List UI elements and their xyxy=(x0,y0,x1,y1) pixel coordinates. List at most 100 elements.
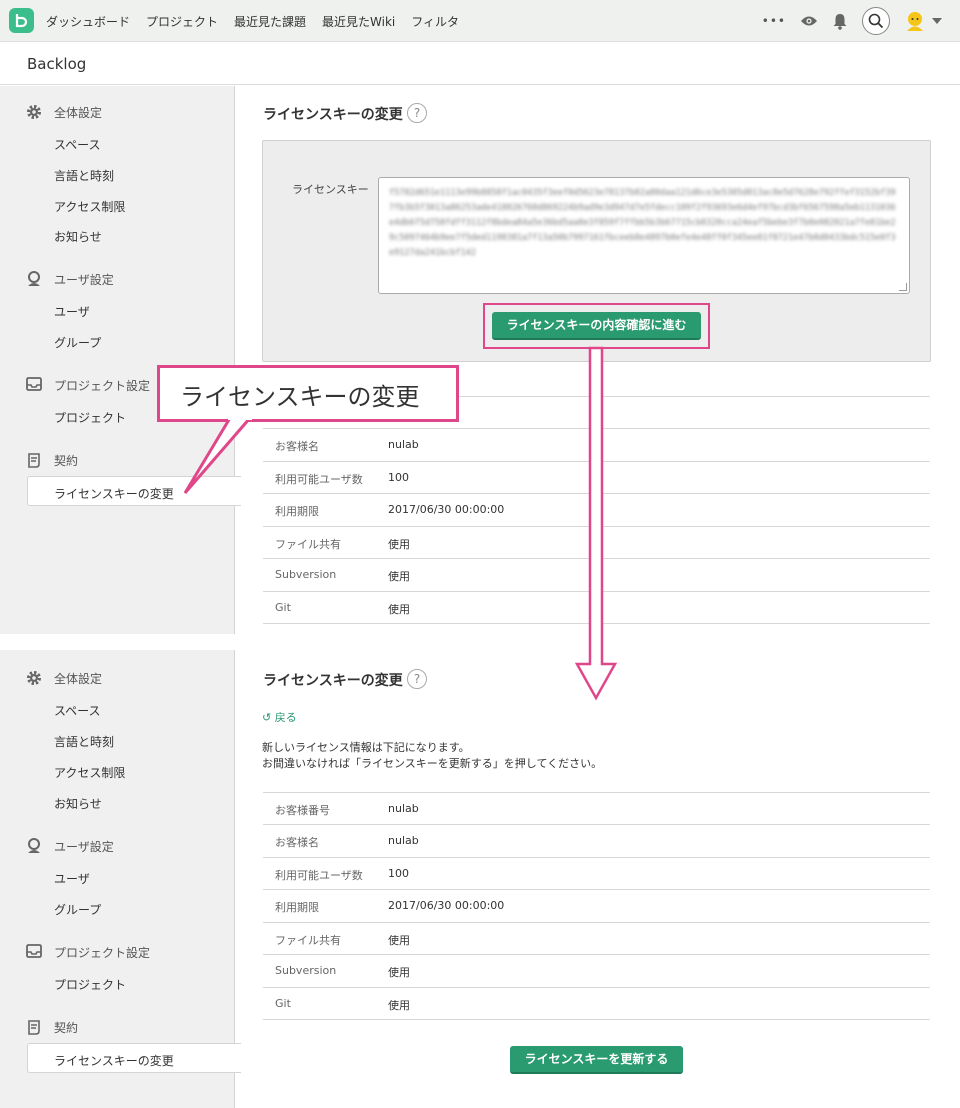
global-nav: ダッシュボード プロジェクト 最近見た課題 最近見たWiki フィルタ xyxy=(46,0,475,42)
back-link[interactable]: ↺ 戻る xyxy=(262,709,297,725)
license-key-value: f5782d651e1113e99b8858f1ac0435f3eef0d562… xyxy=(389,188,896,258)
gear-icon xyxy=(26,670,42,689)
row-value: nulab xyxy=(388,802,419,815)
callout-pointer-icon xyxy=(183,415,252,494)
flow-arrow-icon xyxy=(574,346,618,701)
row-label: Git xyxy=(275,997,291,1010)
project-name[interactable]: Backlog xyxy=(27,55,86,73)
row-value: nulab xyxy=(388,438,419,451)
screen-divider xyxy=(0,634,960,650)
help-icon[interactable]: ? xyxy=(407,669,427,689)
more-icon[interactable]: ••• xyxy=(762,14,786,28)
row-label: Git xyxy=(275,601,291,614)
contract-scroll-icon xyxy=(26,452,42,471)
sidebar-item-notices[interactable]: お知らせ xyxy=(54,795,102,812)
row-value: nulab xyxy=(388,834,419,847)
info-message-line1: 新しいライセンス情報は下記になります。 xyxy=(262,741,470,754)
user-settings-icon xyxy=(26,838,42,857)
inbox-tray-icon xyxy=(26,377,42,394)
sidebar-item-notices[interactable]: お知らせ xyxy=(54,228,102,245)
license-key-textarea[interactable]: f5782d651e1113e99b8858f1ac0435f3eef0d562… xyxy=(378,177,910,294)
sidebar-title-project: プロジェクト設定 xyxy=(54,379,151,393)
sidebar-item-language-time[interactable]: 言語と時刻 xyxy=(54,167,114,184)
sidebar-title-contract: 契約 xyxy=(54,454,79,468)
row-value: 2017/06/30 00:00:00 xyxy=(388,899,505,912)
row-value: 使用 xyxy=(388,999,410,1012)
annotation-callout: ライセンスキーの変更 xyxy=(157,365,459,422)
row-label: 利用期限 xyxy=(275,901,319,914)
back-label: 戻る xyxy=(274,711,297,724)
search-button[interactable] xyxy=(862,7,890,35)
watch-eye-icon[interactable] xyxy=(800,15,818,27)
table-row: お客様名 nulab xyxy=(263,824,930,856)
annotation-callout-text: ライセンスキーの変更 xyxy=(180,383,420,411)
row-value: 使用 xyxy=(388,538,410,551)
settings-sidebar-bottom: 全体設定 スペース 言語と時刻 アクセス制限 お知らせ ユーザ設定 ユーザ グル… xyxy=(0,650,241,1108)
project-header: Backlog xyxy=(0,43,960,85)
user-avatar[interactable] xyxy=(904,10,926,32)
info-message-line2: お間違いなければ「ライセンスキーを更新する」を押してください。 xyxy=(262,757,603,770)
sidebar-title-user: ユーザ設定 xyxy=(54,273,114,287)
backlog-logo-icon[interactable] xyxy=(9,8,34,33)
row-label: 利用可能ユーザ数 xyxy=(275,473,363,486)
nav-projects[interactable]: プロジェクト xyxy=(146,13,218,30)
sidebar-title-general: 全体設定 xyxy=(54,672,103,686)
row-label: お客様名 xyxy=(275,836,319,849)
gear-icon xyxy=(26,104,42,123)
chevron-down-icon[interactable] xyxy=(932,18,942,24)
nav-filter[interactable]: フィルタ xyxy=(411,13,459,30)
header-actions: ••• xyxy=(748,0,942,42)
row-value: 100 xyxy=(388,471,409,484)
sidebar-item-users[interactable]: ユーザ xyxy=(54,303,90,320)
sidebar-item-language-time[interactable]: 言語と時刻 xyxy=(54,733,114,750)
row-value: 100 xyxy=(388,867,409,880)
row-value: 2017/06/30 00:00:00 xyxy=(388,503,505,516)
row-label: Subversion xyxy=(275,964,337,977)
license-key-label: ライセンスキー xyxy=(292,183,369,196)
nav-recent-issues[interactable]: 最近見た課題 xyxy=(234,13,306,30)
settings-sidebar-top: 全体設定 スペース 言語と時刻 アクセス制限 お知らせ ユーザ設定 ユーザ グル… xyxy=(0,86,241,634)
sidebar-item-groups[interactable]: グループ xyxy=(54,901,101,918)
table-row: ファイル共有 使用 xyxy=(263,922,930,954)
help-icon[interactable]: ? xyxy=(407,103,427,123)
license-info-table-bottom: お客様番号 nulab お客様名 nulab 利用可能ユーザ数 100 利用期限… xyxy=(263,792,930,1020)
row-value: 使用 xyxy=(388,934,410,947)
page-title: ライセンスキーの変更 xyxy=(263,673,403,689)
highlight-box xyxy=(483,303,710,349)
row-value: 使用 xyxy=(388,603,410,616)
inbox-tray-icon xyxy=(26,944,42,961)
row-label: 利用期限 xyxy=(275,505,319,518)
sidebar-item-groups[interactable]: グループ xyxy=(54,334,101,351)
resize-handle-icon[interactable] xyxy=(899,283,907,291)
search-icon xyxy=(862,7,890,35)
sidebar-item-license-key-change[interactable]: ライセンスキーの変更 xyxy=(27,1043,241,1073)
sidebar-item-label: ライセンスキーの変更 xyxy=(54,1054,174,1068)
nav-dashboard[interactable]: ダッシュボード xyxy=(46,13,130,30)
sidebar-title-general: 全体設定 xyxy=(54,106,103,120)
notification-bell-icon[interactable] xyxy=(832,13,848,30)
sidebar-item-users[interactable]: ユーザ xyxy=(54,870,90,887)
row-label: お客様名 xyxy=(275,440,319,453)
nav-recent-wiki[interactable]: 最近見たWiki xyxy=(322,13,395,30)
update-license-button[interactable]: ライセンスキーを更新する xyxy=(510,1046,683,1074)
row-label: ファイル共有 xyxy=(275,934,341,947)
row-label: ファイル共有 xyxy=(275,538,341,551)
row-value: 使用 xyxy=(388,966,410,979)
table-row: Git 使用 xyxy=(263,987,930,1020)
table-row: 利用期限 2017/06/30 00:00:00 xyxy=(263,889,930,921)
table-row: 利用可能ユーザ数 100 xyxy=(263,857,930,889)
sidebar-title-user: ユーザ設定 xyxy=(54,840,114,854)
row-label: 利用可能ユーザ数 xyxy=(275,869,363,882)
sidebar-item-project[interactable]: プロジェクト xyxy=(54,976,126,993)
table-row: Subversion 使用 xyxy=(263,954,930,986)
row-value: 使用 xyxy=(388,570,410,583)
sidebar-item-space[interactable]: スペース xyxy=(54,136,101,153)
sidebar-item-access-restriction[interactable]: アクセス制限 xyxy=(54,198,125,215)
contract-scroll-icon xyxy=(26,1019,42,1038)
sidebar-item-project[interactable]: プロジェクト xyxy=(54,409,126,426)
table-row: お客様番号 nulab xyxy=(263,792,930,824)
sidebar-item-access-restriction[interactable]: アクセス制限 xyxy=(54,764,125,781)
row-label: お客様番号 xyxy=(275,804,330,817)
user-settings-icon xyxy=(26,271,42,290)
sidebar-item-space[interactable]: スペース xyxy=(54,702,101,719)
